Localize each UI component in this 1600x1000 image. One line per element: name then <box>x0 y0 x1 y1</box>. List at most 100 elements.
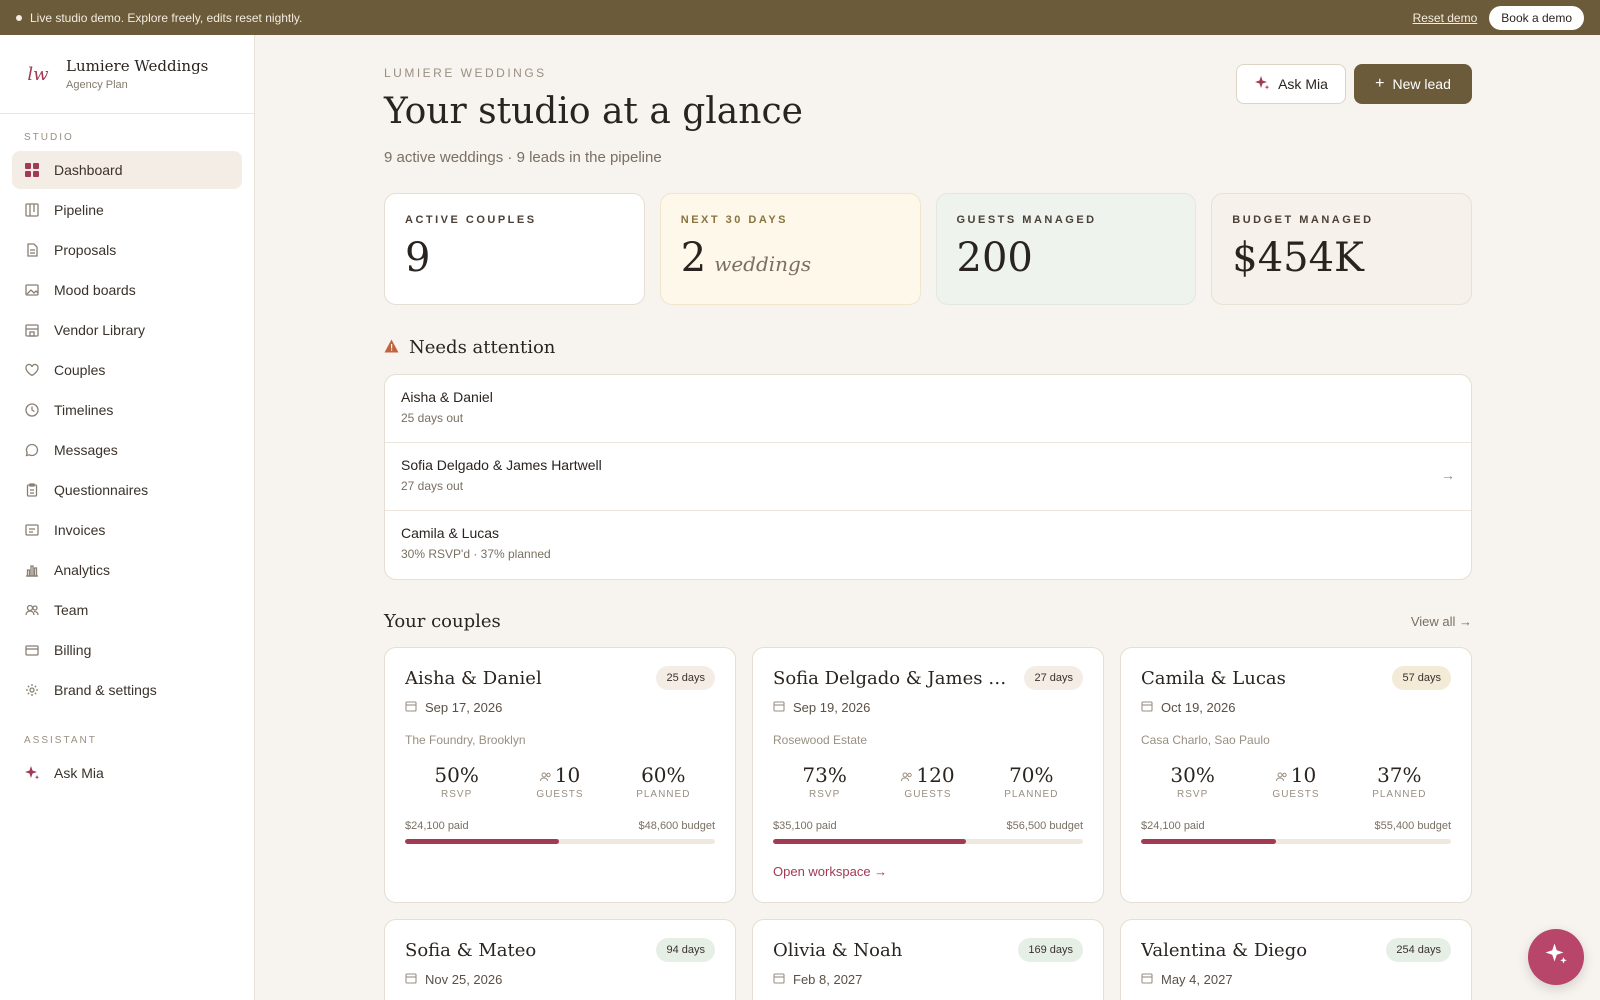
page-subtitle: 9 active weddings · 9 leads in the pipel… <box>384 149 662 166</box>
rsvp-value: 50% <box>434 763 479 787</box>
ask-mia-button[interactable]: Ask Mia <box>1236 64 1346 104</box>
guests-icon <box>1275 772 1288 785</box>
rsvp-value: 30% <box>1170 763 1215 787</box>
sidebar-item-timelines[interactable]: Timelines <box>12 391 242 429</box>
payment-progress-fill <box>773 839 966 844</box>
page-eyebrow: LUMIERE WEDDINGS <box>384 66 547 80</box>
sidebar-item-label: Mood boards <box>54 282 136 298</box>
planned-metric: 60% PLANNED <box>618 763 708 800</box>
couple-date: Sep 19, 2026 <box>793 700 871 715</box>
brand-header[interactable]: lw Lumiere Weddings Agency Plan <box>0 35 254 114</box>
sidebar-item-invoices[interactable]: Invoices <box>12 511 242 549</box>
stat-value: $454K <box>1232 238 1451 278</box>
reset-demo-link[interactable]: Reset demo <box>1413 11 1478 25</box>
sidebar-item-vendor-library[interactable]: Vendor Library <box>12 311 242 349</box>
grid-icon <box>24 162 40 178</box>
stat-value: 2 weddings <box>681 238 900 278</box>
sidebar-item-messages[interactable]: Messages <box>12 431 242 469</box>
sidebar-item-label: Team <box>54 602 89 618</box>
couples-title: Your couples <box>384 611 501 632</box>
stat-label: BUDGET MANAGED <box>1232 214 1374 226</box>
sidebar-item-label: Invoices <box>54 522 106 538</box>
stat-label: ACTIVE COUPLES <box>405 214 537 226</box>
open-workspace-link[interactable]: Open workspace → <box>773 864 1083 879</box>
invoice-icon <box>24 522 40 538</box>
paid-amount: $24,100 paid <box>405 820 469 832</box>
clipboard-icon <box>24 482 40 498</box>
brand-logo-icon: lw <box>27 63 49 85</box>
attention-row[interactable]: Camila & Lucas 30% RSVP'd · 37% planned <box>385 511 1471 579</box>
store-icon <box>24 322 40 338</box>
budget-amount: $55,400 budget <box>1374 820 1451 832</box>
brand-plan: Agency Plan <box>66 79 128 91</box>
couple-card[interactable]: Camila & Lucas 57 days Oct 19, 2026 Casa… <box>1120 647 1472 903</box>
sidebar-item-proposals[interactable]: Proposals <box>12 231 242 269</box>
sidebar-item-label: Timelines <box>54 402 114 418</box>
document-icon <box>24 242 40 258</box>
guests-value: 10 <box>554 763 581 787</box>
heart-icon <box>24 362 40 378</box>
couple-name: Valentina & Diego <box>1141 939 1308 961</box>
bar-chart-icon <box>24 562 40 578</box>
couples-header: Your couples View all → <box>384 611 1472 632</box>
paid-amount: $35,100 paid <box>773 820 837 832</box>
guests-metric: 10 GUESTS <box>515 763 605 800</box>
guests-label: GUESTS <box>536 789 584 800</box>
sidebar-item-pipeline[interactable]: Pipeline <box>12 191 242 229</box>
gear-icon <box>24 682 40 698</box>
days-badge: 57 days <box>1392 666 1451 690</box>
view-all-link[interactable]: View all → <box>1411 614 1472 629</box>
users-icon <box>24 602 40 618</box>
rsvp-label: RSVP <box>809 789 841 800</box>
calendar-icon <box>773 972 785 987</box>
sidebar-item-brand-settings[interactable]: Brand & settings <box>12 671 242 709</box>
new-lead-label: New lead <box>1392 76 1451 92</box>
sidebar-item-label: Vendor Library <box>54 322 146 338</box>
days-badge: 94 days <box>656 938 715 962</box>
attention-name: Sofia Delgado & James Hartwell <box>401 457 602 473</box>
new-lead-button[interactable]: + New lead <box>1354 64 1472 104</box>
stat-number: 9 <box>405 235 431 281</box>
sidebar-item-ask-mia[interactable]: Ask Mia <box>12 754 242 792</box>
payment-progress-bar <box>405 839 715 844</box>
attention-list: Aisha & Daniel 25 days out Sofia Delgado… <box>384 374 1472 580</box>
book-demo-button[interactable]: Book a demo <box>1489 5 1584 30</box>
stat-unit: weddings <box>714 252 812 276</box>
sidebar-item-couples[interactable]: Couples <box>12 351 242 389</box>
attention-meta: 30% RSVP'd · 37% planned <box>401 547 551 561</box>
guests-value: 10 <box>1290 763 1317 787</box>
card-icon <box>24 642 40 658</box>
sidebar-item-analytics[interactable]: Analytics <box>12 551 242 589</box>
couple-date: Sep 17, 2026 <box>425 700 503 715</box>
needs-attention-title: Needs attention <box>409 337 556 358</box>
sidebar-item-label: Ask Mia <box>54 765 104 781</box>
couple-card[interactable]: Sofia Delgado & James Har... 27 days Sep… <box>752 647 1104 903</box>
payment-progress-fill <box>405 839 559 844</box>
guests-icon <box>539 772 552 785</box>
sparkle-icon <box>1544 942 1568 972</box>
sidebar-item-label: Messages <box>54 442 118 458</box>
couple-card[interactable]: Aisha & Daniel 25 days Sep 17, 2026 The … <box>384 647 736 903</box>
planned-metric: 37% PLANNED <box>1354 763 1444 800</box>
couple-card[interactable]: Olivia & Noah 169 days Feb 8, 2027 <box>752 919 1104 1000</box>
sidebar-item-mood-boards[interactable]: Mood boards <box>12 271 242 309</box>
stat-card-budget-managed: BUDGET MANAGED $454K <box>1211 193 1472 305</box>
attention-row[interactable]: Aisha & Daniel 25 days out <box>385 375 1471 443</box>
sidebar-item-label: Analytics <box>54 562 111 578</box>
guests-metric: 120 GUESTS <box>883 763 973 800</box>
couple-card[interactable]: Sofia & Mateo 94 days Nov 25, 2026 <box>384 919 736 1000</box>
sidebar-item-billing[interactable]: Billing <box>12 631 242 669</box>
ask-mia-label: Ask Mia <box>1278 76 1328 92</box>
sidebar-item-team[interactable]: Team <box>12 591 242 629</box>
sidebar-item-questionnaires[interactable]: Questionnaires <box>12 471 242 509</box>
ask-mia-fab[interactable] <box>1528 929 1584 985</box>
couple-card[interactable]: Valentina & Diego 254 days May 4, 2027 <box>1120 919 1472 1000</box>
guests-metric: 10 GUESTS <box>1251 763 1341 800</box>
sidebar-item-label: Pipeline <box>54 202 104 218</box>
attention-row[interactable]: Sofia Delgado & James Hartwell 27 days o… <box>385 443 1471 511</box>
sidebar-item-dashboard[interactable]: Dashboard <box>12 151 242 189</box>
stat-number: 200 <box>956 235 1033 281</box>
stat-value: 9 <box>405 238 624 278</box>
rsvp-metric: 30% RSVP <box>1148 763 1238 800</box>
days-badge: 27 days <box>1024 666 1083 690</box>
